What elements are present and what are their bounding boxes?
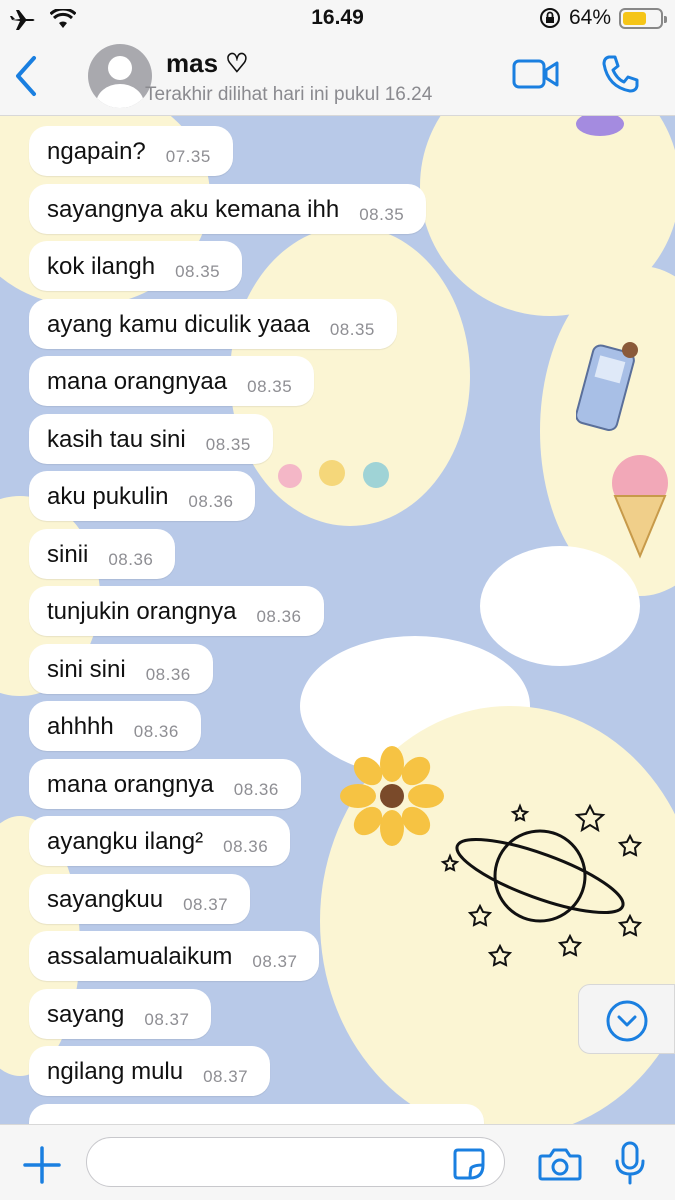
message-bubble[interactable]: mana orangnya 08.36 <box>29 758 301 809</box>
message-bubble[interactable]: mana orangnyaa 08.35 <box>29 356 315 406</box>
input-bar <box>0 1124 675 1200</box>
message-time: 08.37 <box>252 952 298 971</box>
message-bubble[interactable]: ayang kamu diculik yaaa 08.35 <box>29 298 397 349</box>
message-text: assalamualaikum <box>47 943 233 970</box>
message-time: 08.36 <box>145 664 191 684</box>
message-text: kok ilangh <box>47 253 156 280</box>
scroll-to-bottom-button[interactable] <box>578 984 675 1054</box>
message-time: 08.36 <box>223 837 269 856</box>
message-time: 08.35 <box>247 377 293 396</box>
message-text: ayangku ilang² <box>47 828 204 855</box>
message-bubble[interactable]: sayang 08.37 <box>29 988 212 1039</box>
message-text: aku pukulin <box>47 483 169 510</box>
message-bubble[interactable]: assalamualaikum 08.37 <box>29 931 320 981</box>
plus-icon[interactable] <box>22 1145 62 1185</box>
battery-icon <box>619 7 667 29</box>
message-text: sayangkuu <box>47 885 164 913</box>
message-time: 08.36 <box>133 722 179 741</box>
message-text: ahhhh <box>47 713 114 740</box>
sunflower-icon <box>340 746 444 846</box>
scroll-down-icon <box>606 1000 648 1042</box>
message-time: 08.36 <box>108 549 154 569</box>
chat-area[interactable]: ngapain? 07.35 sayangnya aku kemana ihh 08.… <box>0 116 675 1124</box>
last-seen-status: Terakhir dilihat hari ini pukul 16.24 <box>145 84 433 105</box>
contact-name[interactable]: mas ♡ <box>166 48 249 79</box>
message-time: 08.37 <box>144 1009 190 1029</box>
chat-header: mas ♡ Terakhir dilihat hari ini pukul 16… <box>0 38 675 116</box>
message-bubble-partial[interactable] <box>29 1103 484 1124</box>
message-bubble[interactable]: tunjukin orangnya 08.36 <box>29 586 324 636</box>
planet-icon <box>440 803 643 967</box>
message-time: 08.36 <box>233 779 279 799</box>
message-time: 07.35 <box>165 147 211 166</box>
message-bubble[interactable]: ayangku ilang² 08.36 <box>29 816 291 866</box>
message-bubble[interactable]: sayangnya aku kemana ihh 08.35 <box>29 183 427 234</box>
video-call-icon[interactable] <box>512 58 560 90</box>
message-time: 08.35 <box>359 204 405 224</box>
message-time: 08.36 <box>188 492 234 511</box>
message-text: sayangnya aku kemana ihh <box>47 195 340 223</box>
message-text: tunjukin orangnya <box>47 598 237 625</box>
status-bar: 16.49 64% <box>0 0 675 38</box>
wallpaper-blob <box>480 546 640 666</box>
avatar[interactable] <box>88 44 152 108</box>
lock-rotation-icon <box>539 8 560 28</box>
message-bubble[interactable]: sayangkuu 08.37 <box>29 873 251 924</box>
ice-cream-icon <box>612 455 668 559</box>
message-bubble[interactable]: ahhhh 08.36 <box>29 701 201 751</box>
message-bubble[interactable]: ngilang mulu 08.37 <box>29 1046 271 1096</box>
message-time: 08.35 <box>205 434 251 454</box>
message-bubble[interactable]: sinii 08.36 <box>29 528 176 579</box>
phone-sticker-icon <box>576 342 638 432</box>
message-bubble[interactable]: kok ilangh 08.35 <box>29 241 243 291</box>
message-time: 08.36 <box>256 607 302 626</box>
message-time: 08.35 <box>329 319 375 339</box>
message-time: 08.35 <box>175 262 221 281</box>
message-bubble[interactable]: ngapain? 07.35 <box>29 126 233 176</box>
message-text: kasih tau sini <box>47 425 186 453</box>
phone-icon[interactable] <box>600 54 640 94</box>
message-text: ayang kamu diculik yaaa <box>47 310 310 338</box>
message-text: sinii <box>47 540 89 568</box>
message-time: 08.37 <box>203 1067 249 1086</box>
message-bubble[interactable]: sini sini 08.36 <box>29 643 213 694</box>
camera-icon[interactable] <box>538 1147 582 1181</box>
message-bubble[interactable]: kasih tau sini 08.35 <box>29 413 273 464</box>
message-text: mana orangnyaa <box>47 368 228 395</box>
message-text: ngilang mulu <box>47 1058 184 1085</box>
status-right: 64% <box>539 6 667 30</box>
message-text: ngapain? <box>47 138 146 165</box>
message-time: 08.37 <box>183 894 229 914</box>
message-input[interactable] <box>86 1137 505 1187</box>
sticker-icon[interactable] <box>452 1147 486 1181</box>
microphone-icon[interactable] <box>614 1141 646 1185</box>
message-bubble[interactable]: aku pukulin 08.36 <box>29 471 256 521</box>
message-text: mana orangnya <box>47 770 214 798</box>
message-text: sini sini <box>47 655 126 683</box>
flowers-sticker-icon <box>278 460 389 488</box>
battery-percent: 64% <box>568 6 611 29</box>
message-text: sayang <box>47 1000 125 1028</box>
back-chevron-icon[interactable] <box>12 54 40 98</box>
purple-flower-icon <box>576 116 624 136</box>
